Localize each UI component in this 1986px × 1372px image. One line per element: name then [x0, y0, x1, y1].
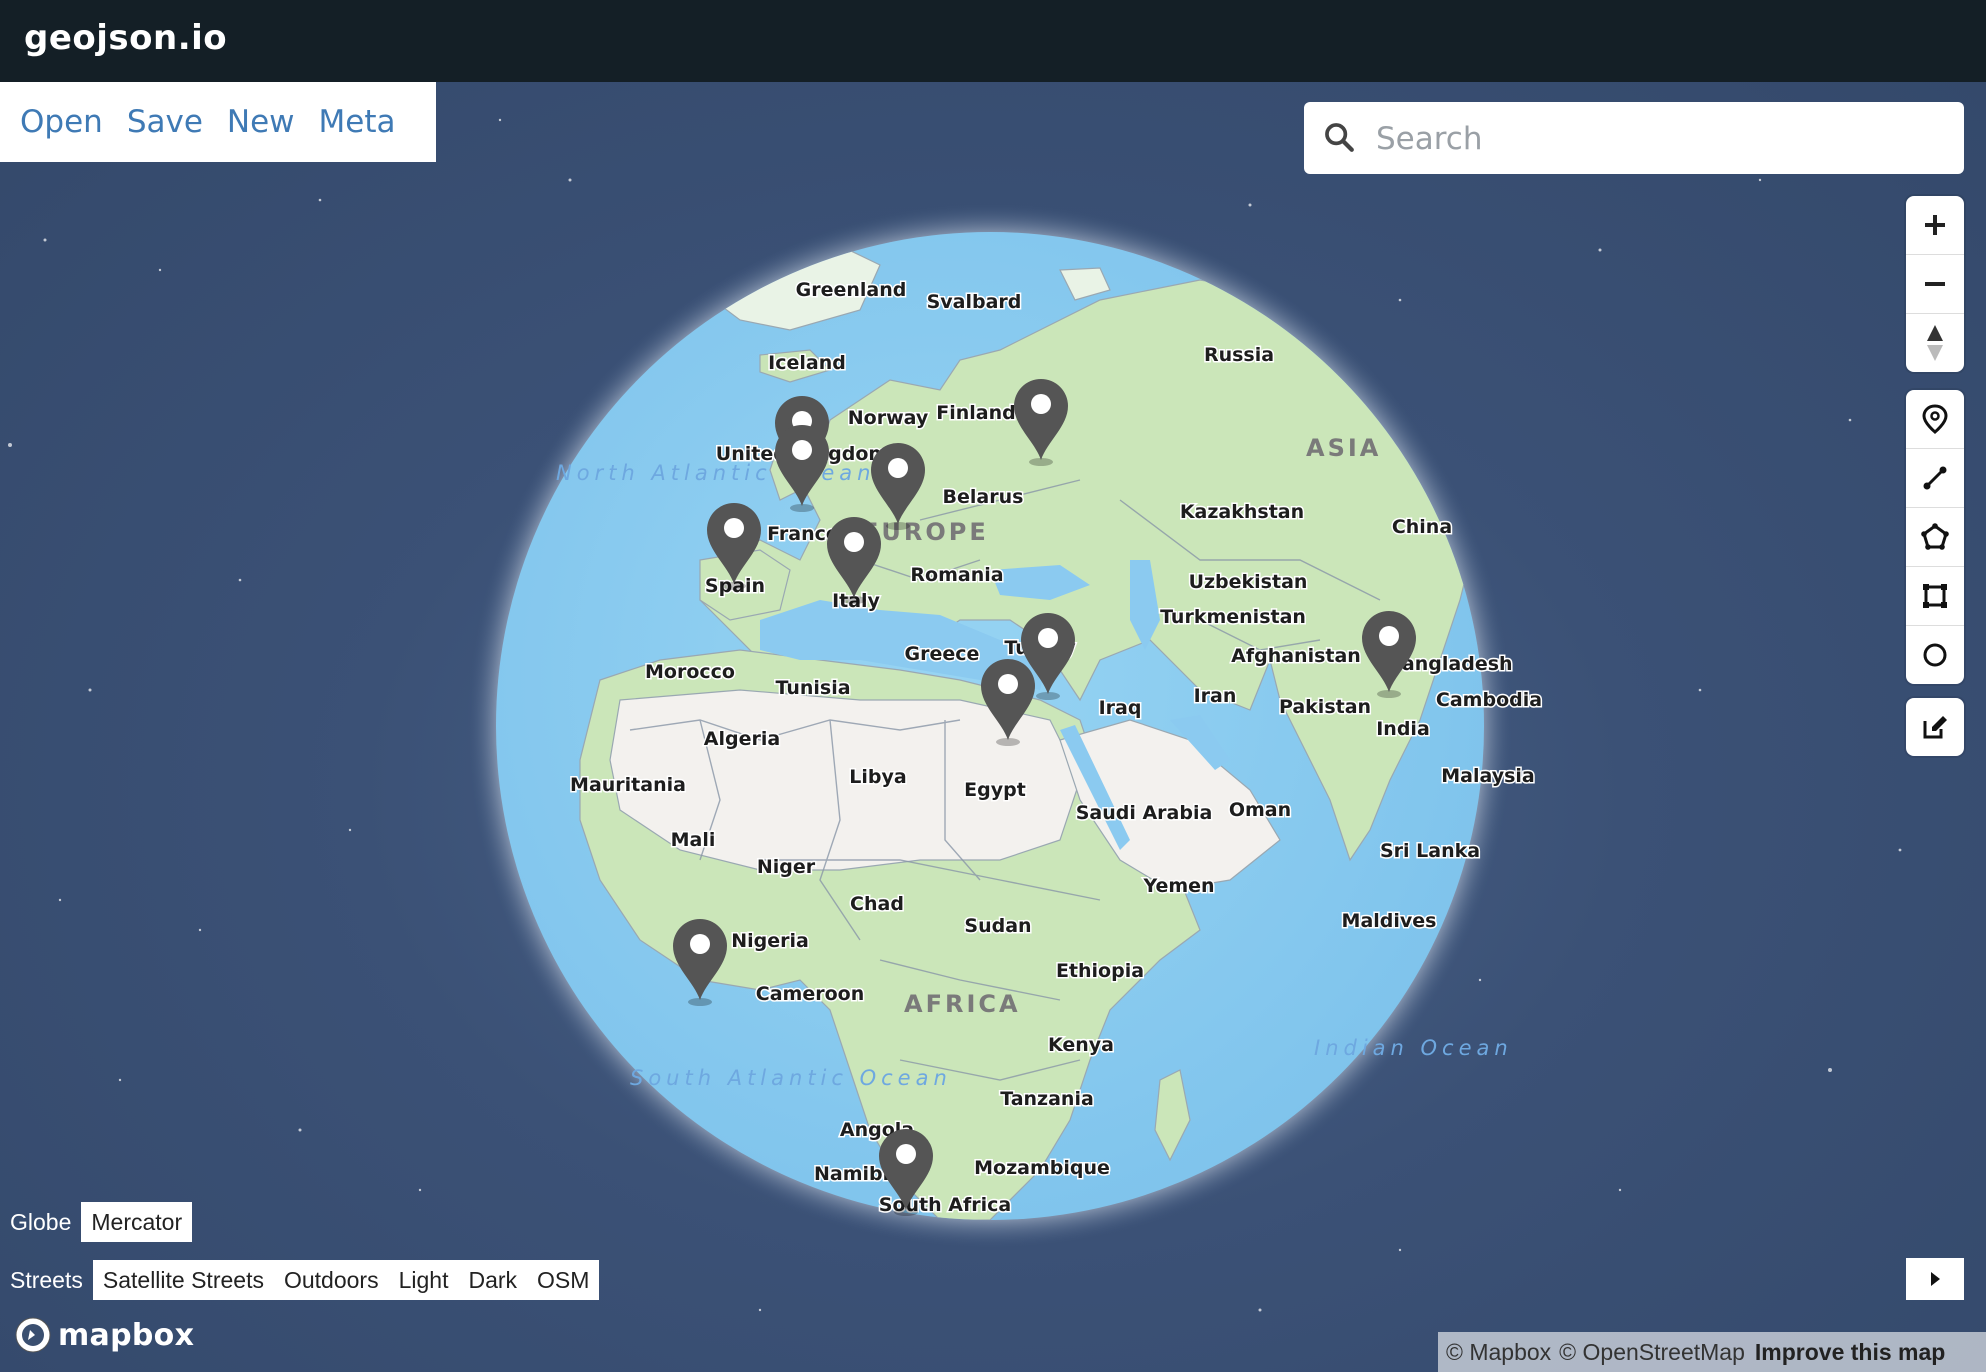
country-label: Kenya	[1048, 1034, 1114, 1056]
country-label: Cameroon	[756, 983, 864, 1005]
country-label: Malaysia	[1441, 765, 1535, 787]
search-input[interactable]	[1374, 116, 1948, 162]
country-label: Saudi Arabia	[1076, 802, 1213, 824]
continent-label: EUROPE	[862, 518, 989, 546]
country-label: Niger	[757, 856, 816, 878]
edit-controls	[1906, 698, 1964, 756]
country-label: Norway	[848, 407, 929, 429]
country-label: Pakistan	[1279, 696, 1371, 718]
zoom-in-button[interactable]	[1906, 196, 1964, 255]
country-label: Greece	[905, 643, 980, 665]
country-label: Finland	[936, 402, 1015, 424]
ocean-label: Indian Ocean	[1314, 1036, 1513, 1060]
country-label: Tanzania	[1000, 1088, 1094, 1110]
edit-button[interactable]	[1906, 698, 1964, 756]
expand-panel-button[interactable]	[1906, 1258, 1964, 1300]
draw-polygon-button[interactable]	[1906, 508, 1964, 567]
new-button[interactable]: New	[227, 104, 295, 140]
map-style-switch: Streets Satellite Streets Outdoors Light…	[0, 1260, 600, 1300]
style-osm-option[interactable]: OSM	[527, 1260, 600, 1300]
mapbox-logo-text: mapbox	[58, 1317, 195, 1353]
mapbox-logo[interactable]: mapbox	[14, 1316, 194, 1354]
caret-right-icon	[1931, 1272, 1940, 1286]
country-label: Mauritania	[570, 774, 686, 796]
country-label: Mali	[671, 829, 716, 851]
projection-globe-option[interactable]: Globe	[0, 1202, 81, 1242]
open-button[interactable]: Open	[20, 104, 103, 140]
globe-view[interactable]: North Atlantic Ocean South Atlantic Ocea…	[0, 82, 1986, 1372]
compass-icon	[1927, 325, 1943, 361]
mapbox-attribution-link[interactable]: © Mapbox	[1446, 1339, 1551, 1366]
country-label: Oman	[1229, 799, 1291, 821]
style-streets-option[interactable]: Streets	[0, 1260, 93, 1300]
country-label: Algeria	[704, 728, 780, 750]
country-label: Uzbekistan	[1189, 571, 1308, 593]
mapbox-logo-icon	[15, 1317, 51, 1353]
draw-line-button[interactable]	[1906, 449, 1964, 508]
style-satellite-streets-option[interactable]: Satellite Streets	[92, 1260, 274, 1300]
draw-point-button[interactable]	[1906, 390, 1964, 449]
minus-icon	[1925, 282, 1945, 286]
circle-icon	[1923, 643, 1947, 667]
app-header: geojson.io	[0, 0, 1986, 82]
style-outdoors-option[interactable]: Outdoors	[273, 1260, 389, 1300]
country-label: Libya	[849, 766, 906, 788]
country-label: Chad	[850, 893, 904, 915]
marker-icon	[1922, 404, 1948, 434]
osm-attribution-link[interactable]: © OpenStreetMap	[1559, 1339, 1745, 1366]
style-light-option[interactable]: Light	[388, 1260, 459, 1300]
country-label: Sudan	[964, 915, 1031, 937]
draw-circle-button[interactable]	[1906, 626, 1964, 684]
draw-controls	[1906, 390, 1964, 684]
line-icon	[1923, 466, 1947, 490]
country-label: Greenland	[796, 279, 907, 301]
improve-map-link[interactable]: Improve this map	[1755, 1339, 1945, 1366]
navigation-controls	[1906, 196, 1964, 372]
country-label: Maldives	[1342, 910, 1437, 932]
polygon-icon	[1921, 523, 1949, 550]
country-label: Iraq	[1099, 697, 1142, 719]
rectangle-icon	[1923, 584, 1947, 608]
save-button[interactable]: Save	[127, 104, 203, 140]
country-label: Iran	[1194, 685, 1237, 707]
plus-icon	[1925, 215, 1945, 235]
country-label: Svalbard	[927, 291, 1022, 313]
draw-rectangle-button[interactable]	[1906, 567, 1964, 626]
compass-button[interactable]	[1906, 314, 1964, 372]
country-label: Yemen	[1142, 875, 1214, 897]
map-canvas[interactable]: North Atlantic Ocean South Atlantic Ocea…	[0, 82, 1986, 1372]
app-title: geojson.io	[24, 18, 228, 58]
country-label: Tunisia	[775, 677, 850, 699]
attribution: © Mapbox © OpenStreetMap Improve this ma…	[1438, 1332, 1986, 1372]
country-label: Turkmenistan	[1160, 606, 1306, 628]
country-label: Egypt	[964, 779, 1026, 801]
projection-mercator-option[interactable]: Mercator	[81, 1202, 193, 1242]
country-label: Romania	[910, 564, 1003, 586]
country-label: Mozambique	[974, 1157, 1110, 1179]
continent-label: ASIA	[1306, 434, 1381, 462]
search-box	[1304, 102, 1964, 174]
country-label: Nigeria	[731, 930, 809, 952]
country-label: India	[1376, 718, 1430, 740]
country-label: Morocco	[645, 661, 735, 683]
file-menu: Open Save New Meta	[0, 82, 436, 162]
country-label: Russia	[1204, 344, 1274, 366]
meta-button[interactable]: Meta	[319, 104, 396, 140]
country-label: Belarus	[943, 486, 1024, 508]
country-label: China	[1392, 516, 1452, 538]
zoom-out-button[interactable]	[1906, 255, 1964, 314]
country-label: Cambodia	[1436, 689, 1542, 711]
projection-switch: Globe Mercator	[0, 1202, 193, 1242]
country-label: Iceland	[768, 352, 846, 374]
country-label: Sri Lanka	[1380, 840, 1480, 862]
search-icon	[1322, 120, 1356, 158]
continent-label: AFRICA	[904, 990, 1021, 1018]
ocean-label: South Atlantic Ocean	[630, 1066, 952, 1090]
country-label: Kazakhstan	[1180, 501, 1304, 523]
style-dark-option[interactable]: Dark	[458, 1260, 528, 1300]
country-label: Ethiopia	[1056, 960, 1144, 982]
country-label: Afghanistan	[1231, 645, 1361, 667]
edit-icon	[1923, 716, 1947, 739]
